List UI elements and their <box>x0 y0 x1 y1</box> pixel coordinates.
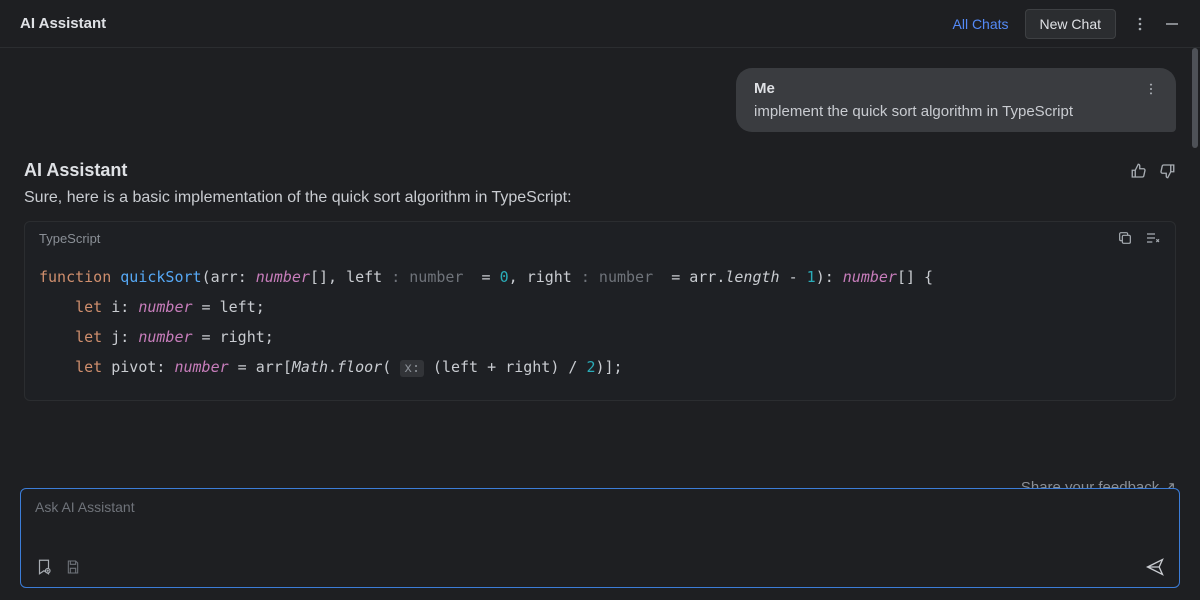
header: AI Assistant All Chats New Chat <box>0 0 1200 48</box>
send-icon[interactable] <box>1145 557 1165 577</box>
thumbs-down-icon[interactable] <box>1158 162 1176 180</box>
new-chat-button[interactable]: New Chat <box>1025 9 1116 39</box>
user-author: Me <box>754 80 775 97</box>
code-content: function quickSort(arr: number[], left :… <box>25 254 1175 400</box>
app-title: AI Assistant <box>20 15 106 32</box>
bookmark-icon[interactable] <box>35 558 53 576</box>
thumbs-up-icon[interactable] <box>1130 162 1148 180</box>
all-chats-link[interactable]: All Chats <box>953 16 1009 32</box>
code-block: TypeScript function quickSort(arr: numbe… <box>24 221 1176 401</box>
insert-icon[interactable] <box>1145 230 1161 246</box>
more-vert-icon[interactable] <box>1132 16 1148 32</box>
user-text: implement the quick sort algorithm in Ty… <box>754 103 1158 120</box>
assistant-text: Sure, here is a basic implementation of … <box>24 189 1176 207</box>
minimize-icon[interactable] <box>1164 16 1180 32</box>
copy-icon[interactable] <box>1117 230 1133 246</box>
chat-area: Me implement the quick sort algorithm in… <box>0 48 1200 470</box>
feedback-thumbs <box>1130 162 1176 180</box>
prompt-input[interactable]: Ask AI Assistant <box>20 488 1180 588</box>
message-more-icon[interactable] <box>1144 82 1158 96</box>
header-actions: All Chats New Chat <box>953 9 1181 39</box>
assistant-message: AI Assistant Sure, here is a basic imple… <box>24 160 1176 401</box>
code-language-label: TypeScript <box>39 231 100 246</box>
assistant-author: AI Assistant <box>24 160 127 181</box>
scrollbar[interactable] <box>1192 48 1198 148</box>
user-message: Me implement the quick sort algorithm in… <box>736 68 1176 132</box>
save-icon[interactable] <box>65 558 81 576</box>
prompt-placeholder: Ask AI Assistant <box>35 499 1165 515</box>
